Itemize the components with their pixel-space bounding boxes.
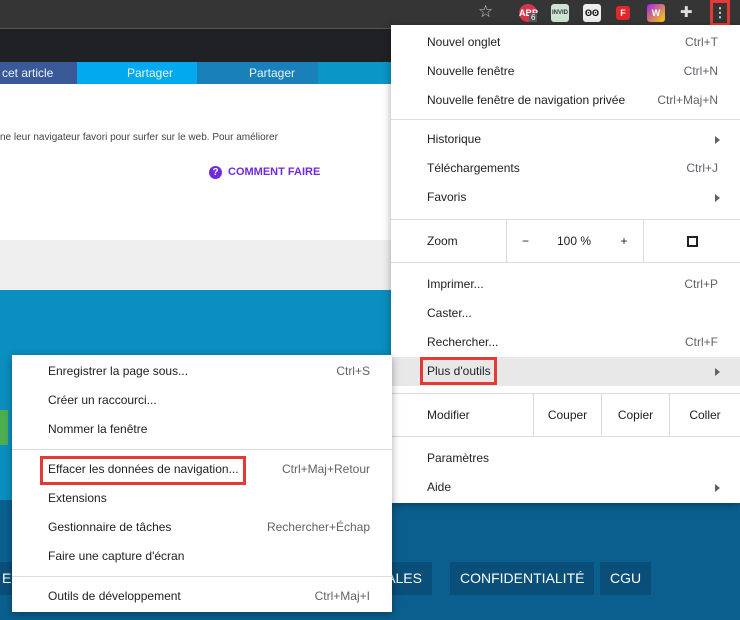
submenu-extensions[interactable]: Extensions [12,484,392,513]
menu-incognito[interactable]: Nouvelle fenêtre de navigation privée Ctr… [391,86,740,115]
menu-edit-row: Modifier Couper Copier Coller [391,394,740,437]
chrome-menu-button[interactable]: ⋮ [710,0,730,26]
chevron-right-icon [715,484,720,492]
menu-new-window[interactable]: Nouvelle fenêtre Ctrl+N [391,57,740,86]
fullscreen-button[interactable] [643,220,740,263]
menu-help[interactable]: Aide [391,473,740,502]
divider [12,449,392,450]
submenu-name-window[interactable]: Nommer la fenêtre [12,415,392,444]
bookmark-star-icon[interactable]: ☆ [478,2,493,22]
submenu-screenshot[interactable]: Faire une capture d'écran [12,542,392,571]
share-twitter-button[interactable]: Partager [77,62,197,84]
submenu-create-shortcut[interactable]: Créer un raccourci... [12,386,392,415]
article-intro: ne leur navigateur favori pour surfer su… [0,132,278,143]
zoom-in-button[interactable]: + [606,220,642,263]
how-to-link[interactable]: ? COMMENT FAIRE [209,166,320,179]
share-linkedin-button[interactable]: Partager [197,62,318,84]
submenu-developer-tools[interactable]: Outils de développement Ctrl+Maj+I [12,582,392,611]
menu-zoom-row: Zoom − 100 % + [391,220,740,263]
paste-button[interactable]: Coller [669,394,740,437]
menu-history[interactable]: Historique [391,125,740,154]
cut-button[interactable]: Couper [533,394,601,437]
menu-cast[interactable]: Caster... [391,299,740,328]
chrome-main-menu: Nouvel onglet Ctrl+T Nouvelle fenêtre Ctrl… [391,25,740,503]
menu-print[interactable]: Imprimer... Ctrl+P [391,270,740,299]
footer-link-privacy[interactable]: CONFIDENTIALITÉ [450,562,595,595]
extension-wn-icon[interactable]: W [647,4,665,22]
chevron-right-icon [715,368,720,376]
zoom-out-button[interactable]: − [506,220,544,263]
chevron-right-icon [715,194,720,202]
submenu-save-page[interactable]: Enregistrer la page sous... Ctrl+S [12,357,392,386]
divider [391,436,740,437]
menu-new-tab[interactable]: Nouvel onglet Ctrl+T [391,28,740,57]
green-element [0,410,8,445]
divider [12,576,392,577]
divider [391,262,740,263]
menu-bookmarks[interactable]: Favoris [391,183,740,212]
menu-settings[interactable]: Paramètres [391,444,740,473]
copy-button[interactable]: Copier [601,394,669,437]
highlight-box [420,357,497,385]
chevron-right-icon [715,136,720,144]
extensions-puzzle-icon[interactable]: ✚ [680,3,693,21]
extension-flipboard-icon[interactable]: F [616,6,630,20]
fullscreen-icon [686,236,698,248]
highlight-box [40,456,246,485]
zoom-level: 100 % [557,234,592,248]
share-facebook-button[interactable]: cet article [0,62,77,84]
extension-face-icon[interactable]: ʘʘ [583,4,601,22]
menu-downloads[interactable]: Téléchargements Ctrl+J [391,154,740,183]
more-tools-submenu: Enregistrer la page sous... Ctrl+S Créer … [12,355,392,612]
question-circle-icon: ? [209,166,222,179]
divider [391,119,740,120]
submenu-task-manager[interactable]: Gestionnaire de tâches Rechercher+Échap [12,513,392,542]
extension-invid-icon[interactable]: INVID [551,4,569,22]
menu-find[interactable]: Rechercher... Ctrl+F [391,328,740,357]
footer-link-cgu[interactable]: CGU [600,562,652,595]
abp-badge: 6 [529,13,538,22]
